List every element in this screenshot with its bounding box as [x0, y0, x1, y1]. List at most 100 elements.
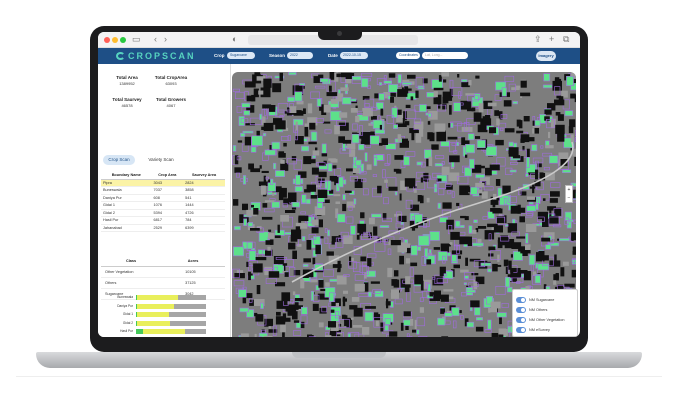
toggle-switch[interactable]	[516, 307, 526, 313]
toggle-switch[interactable]	[516, 327, 526, 333]
field-parcel	[294, 91, 303, 102]
share-icon[interactable]: ⇪	[534, 34, 542, 45]
field-parcel	[233, 199, 239, 206]
column-header[interactable]: Boundary Name	[101, 171, 152, 180]
legend-item-sugarcane[interactable]: NM Sugarcane	[516, 296, 578, 304]
field-parcel	[310, 91, 320, 99]
column-header[interactable]: Saurvey Area	[183, 171, 225, 180]
field-parcel	[453, 264, 460, 269]
table-row[interactable]: Gidai 1 1076 1444	[101, 201, 225, 210]
coordinates-input[interactable]: Lat, Long...	[422, 52, 468, 59]
privacy-icon[interactable]: ◐	[232, 34, 237, 44]
total-crop-area-label: Total CropArea	[154, 75, 188, 80]
left-panel: Total Area 1389952 Total CropArea 63093 …	[98, 64, 231, 337]
bar-track[interactable]	[136, 303, 206, 309]
new-tab-icon[interactable]: +	[549, 34, 554, 44]
table-row[interactable]: Other Vegetation 10105	[101, 266, 225, 278]
field-parcel	[301, 194, 307, 204]
column-header[interactable]: Class	[101, 257, 162, 267]
forward-icon[interactable]: ›	[164, 34, 167, 44]
field-parcel	[292, 308, 295, 315]
field-parcel	[263, 335, 273, 337]
field-parcel	[473, 112, 482, 122]
back-icon[interactable]: ‹	[154, 34, 157, 44]
bar-track[interactable]	[136, 312, 206, 317]
field-parcel	[402, 118, 405, 127]
column-header[interactable]: Crop Area	[151, 171, 184, 180]
table-row[interactable]: Daniya Pur 608 541	[101, 194, 225, 202]
bar-track[interactable]	[136, 320, 206, 326]
field-parcel	[301, 145, 310, 152]
table-row[interactable]: Hasil Pur 6817 784	[101, 216, 225, 225]
crop-select[interactable]: Sugarcane	[227, 52, 255, 59]
field-parcel	[343, 290, 348, 294]
field-parcel	[326, 251, 334, 256]
field-parcel	[457, 74, 460, 78]
field-parcel	[371, 213, 382, 218]
close-window-icon[interactable]	[104, 37, 110, 43]
zoom-in-button[interactable]: +	[566, 186, 572, 194]
tabs-overview-icon[interactable]: ⧉	[563, 34, 569, 45]
field-parcel	[253, 208, 259, 215]
table-row[interactable]: Jahanabad 2529 6399	[101, 224, 225, 232]
field-parcel	[263, 78, 272, 88]
field-parcel	[387, 248, 392, 255]
zoom-window-icon[interactable]	[120, 37, 126, 43]
tab-variety-scan[interactable]: Variety Scan	[142, 155, 180, 165]
field-parcel	[383, 197, 389, 205]
app-logo-text: CROPSCAN	[128, 51, 196, 61]
field-parcel	[418, 336, 428, 337]
table-row[interactable]: Gidai 2 5394 4726	[101, 209, 225, 217]
field-parcel	[260, 302, 264, 309]
legend-item-esurvey[interactable]: NM eSurvey	[516, 326, 578, 334]
bar-track[interactable]	[136, 295, 206, 300]
field-parcel	[419, 297, 424, 302]
field-parcel	[240, 333, 249, 337]
total-survey-value: 46578	[121, 103, 133, 108]
field-parcel	[268, 271, 280, 278]
field-parcel	[507, 223, 518, 233]
field-parcel	[334, 125, 340, 135]
field-parcel	[360, 256, 367, 262]
legend-item-others[interactable]: NM Others	[516, 306, 578, 314]
zoom-out-button[interactable]: −	[566, 194, 572, 202]
field-parcel	[361, 72, 373, 77]
field-parcel	[504, 75, 515, 82]
field-parcel	[264, 149, 276, 156]
imagery-button[interactable]: Imagery	[536, 51, 556, 61]
toggle-switch[interactable]	[516, 297, 526, 303]
table-row[interactable]: Pipra 3043 2824	[101, 179, 225, 187]
field-parcel	[373, 157, 378, 167]
field-parcel	[415, 90, 419, 98]
field-parcel	[351, 76, 362, 81]
field-parcel	[294, 186, 303, 192]
field-parcel	[280, 136, 289, 141]
table-row[interactable]: Buneswala 7037 3858	[101, 186, 225, 195]
sidebar-icon[interactable]: ▭	[132, 34, 141, 45]
legend-item-other-vegetation[interactable]: NM Other Vegetation	[516, 316, 578, 324]
bar-track[interactable]	[136, 329, 206, 334]
tab-crop-scan[interactable]: Crop Scan	[103, 155, 135, 165]
table-row[interactable]: Others 37125	[101, 277, 225, 289]
field-parcel	[428, 156, 433, 167]
season-select[interactable]: 2022	[287, 52, 313, 59]
toggle-switch[interactable]	[516, 317, 526, 323]
field-parcel	[503, 259, 509, 267]
field-parcel	[295, 121, 298, 131]
field-parcel	[352, 325, 363, 328]
field-parcel	[338, 176, 344, 188]
field-parcel	[509, 169, 517, 173]
field-parcel	[516, 119, 521, 127]
field-parcel	[484, 230, 495, 240]
field-parcel	[519, 216, 525, 223]
field-parcel	[390, 97, 394, 103]
field-parcel	[329, 85, 332, 92]
column-header[interactable]: Acres	[161, 257, 225, 267]
minimize-window-icon[interactable]	[112, 37, 118, 43]
field-parcel	[489, 127, 497, 134]
bar-segment-sugarcane	[136, 329, 143, 334]
date-picker[interactable]: 2022-10-15	[340, 52, 368, 59]
field-parcel	[557, 114, 564, 121]
field-parcel	[401, 138, 408, 145]
field-parcel	[342, 203, 347, 212]
